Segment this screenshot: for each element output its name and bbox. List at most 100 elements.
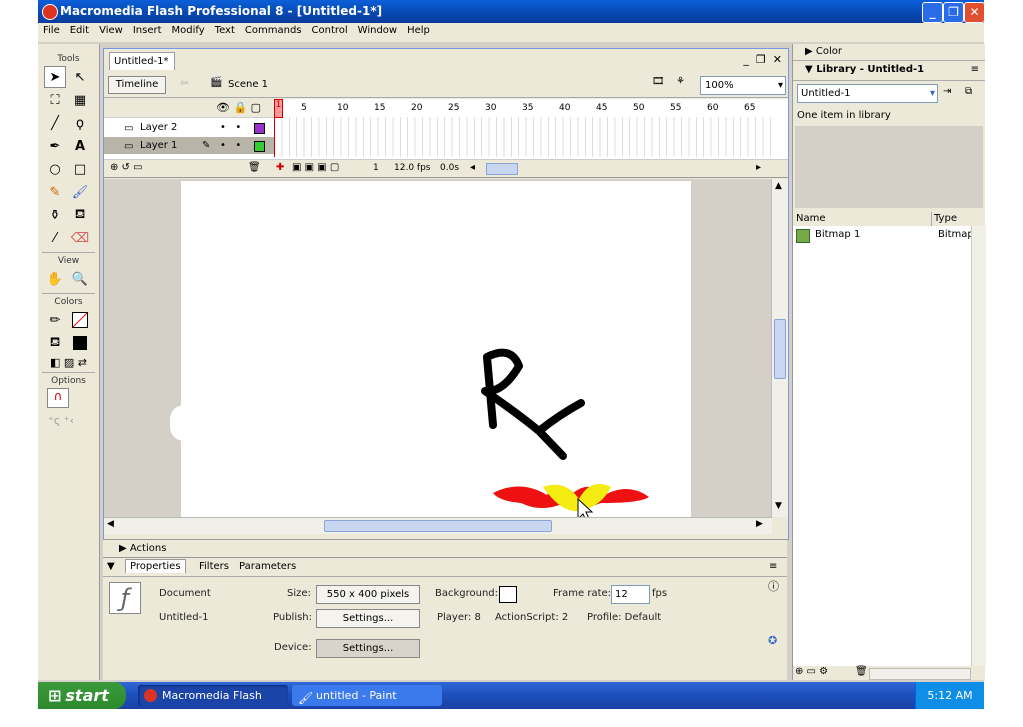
properties-tabs: ▼ Properties Filters Parameters ≡ — [103, 558, 787, 577]
hand-tool-icon[interactable]: ✋ — [44, 268, 66, 290]
stage-horizontal-scrollbar[interactable]: ◀ ▶ — [104, 517, 772, 534]
fill-transform-tool-icon[interactable]: ▦ — [69, 89, 91, 111]
library-panel-header[interactable]: ▼ Library - Untitled-1 ≡ — [793, 64, 985, 81]
timeline-scroll-right[interactable]: ▸ — [756, 162, 761, 173]
close-button[interactable]: ✕ — [964, 2, 985, 23]
snap-magnet-icon[interactable]: ∩ — [47, 388, 69, 408]
help-icon[interactable]: ⓘ — [768, 578, 779, 594]
menu-view[interactable]: View — [94, 23, 128, 38]
delete-layer-icon[interactable]: 🗑 — [248, 162, 261, 173]
rectangle-tool-icon[interactable]: □ — [69, 158, 91, 180]
color-panel-header[interactable]: ▶ Color — [793, 46, 985, 61]
document-size-button[interactable]: 550 x 400 pixels — [316, 585, 420, 604]
line-tool-icon[interactable]: ╱ — [44, 112, 66, 134]
eyedropper-tool-icon[interactable]: ⁄ — [44, 227, 66, 249]
black-brush-stroke — [481, 348, 585, 460]
subselection-tool-icon[interactable]: ↖ — [69, 66, 91, 88]
start-button[interactable]: ⊞ start — [38, 682, 126, 709]
stroke-color-icon[interactable]: ✏ — [44, 309, 66, 331]
delete-item-icon[interactable]: 🗑 — [855, 666, 868, 677]
menu-text[interactable]: Text — [210, 23, 240, 38]
menu-modify[interactable]: Modify — [167, 23, 210, 38]
center-frame-icon[interactable]: ✚ — [276, 162, 284, 173]
pin-library-icon[interactable]: ⇥ — [943, 86, 951, 97]
menu-commands[interactable]: Commands — [240, 23, 307, 38]
text-tool-icon[interactable]: A — [69, 135, 91, 157]
taskbar-paint[interactable]: 🖌 untitled - Paint — [292, 685, 442, 706]
profile-value: Profile: Default — [587, 612, 662, 623]
edit-symbols-icon[interactable]: ⚘ — [676, 76, 685, 87]
stage-canvas[interactable] — [181, 181, 691, 517]
layer-row-1[interactable]: ▭ Layer 1 ✎ • • — [104, 137, 274, 154]
actions-panel-header[interactable]: ▶ Actions — [103, 539, 787, 557]
layer-row-2[interactable]: ▭ Layer 2 • • — [104, 119, 274, 136]
column-name[interactable]: Name — [796, 213, 826, 224]
collapse-arrow-icon[interactable]: ▼ — [107, 561, 115, 572]
window-title: Macromedia Flash Professional 8 - [Untit… — [60, 4, 383, 18]
layer-name[interactable]: Layer 2 — [140, 119, 177, 136]
new-library-icon[interactable]: ⧉ — [965, 86, 972, 97]
fill-color-icon[interactable]: ⛾ — [44, 332, 66, 354]
menu-edit[interactable]: Edit — [65, 23, 94, 38]
tab-filters[interactable]: Filters — [199, 561, 229, 572]
layer-color-swatch — [254, 141, 265, 152]
stroke-color-swatch[interactable] — [69, 309, 91, 331]
minimize-button[interactable]: _ — [922, 2, 943, 23]
frame-rate-readout: 12.0 fps — [394, 163, 431, 173]
edit-scene-icon[interactable]: 🎞 — [652, 76, 665, 87]
paint-bucket-tool-icon[interactable]: ⛾ — [69, 204, 91, 226]
menu-control[interactable]: Control — [307, 23, 353, 38]
eye-icon[interactable]: 👁 🔒 ▢ — [216, 101, 261, 114]
onion-skin-icons[interactable]: ▣ ▣ ▣ ▢ — [292, 162, 339, 173]
ink-bottle-tool-icon[interactable]: ⚱ — [44, 204, 66, 226]
fill-color-swatch[interactable] — [69, 332, 91, 354]
windows-logo-icon: ⊞ — [48, 686, 62, 705]
framerate-input[interactable]: 12 — [611, 585, 650, 604]
stage-vertical-scrollbar[interactable]: ▲ ▼ — [771, 179, 788, 517]
back-arrow-icon[interactable]: ⇦ — [180, 78, 188, 89]
lasso-tool-icon[interactable]: ϙ — [69, 112, 91, 134]
column-type[interactable]: Type — [934, 213, 957, 224]
menu-window[interactable]: Window — [353, 23, 402, 38]
timeline-toggle-button[interactable]: Timeline — [108, 76, 166, 94]
background-color-swatch[interactable] — [499, 586, 517, 603]
document-tab[interactable]: Untitled-1* — [109, 52, 175, 70]
pen-tool-icon[interactable]: ✒ — [44, 135, 66, 157]
layer-icon: ▭ — [124, 141, 134, 152]
timeline: 👁 🔒 ▢ ▭ Layer 2 • • ▭ Layer 1 ✎ • • 1 5 … — [104, 99, 788, 178]
library-scrollbar[interactable] — [971, 226, 986, 666]
brush-tool-icon[interactable]: 🖌 — [69, 181, 91, 203]
color-swap-icons[interactable]: ◧ ▨ ⇄ — [38, 356, 99, 369]
pencil-tool-icon[interactable]: ✎ — [44, 181, 66, 203]
library-footer-icons[interactable]: ⊕ ▭ ⚙ — [795, 666, 828, 677]
timeline-scroll-left[interactable]: ◂ — [470, 162, 475, 173]
menu-insert[interactable]: Insert — [128, 23, 167, 38]
tab-properties[interactable]: Properties — [125, 559, 186, 573]
menu-help[interactable]: Help — [402, 23, 435, 38]
maximize-button[interactable]: ❐ — [943, 2, 964, 23]
device-settings-button[interactable]: Settings... — [316, 639, 420, 658]
library-item-count: One item in library — [797, 110, 891, 121]
oval-tool-icon[interactable]: ○ — [44, 158, 66, 180]
scene-label[interactable]: Scene 1 — [228, 79, 268, 90]
add-layer-icons[interactable]: ⊕ ↺ ▭ — [110, 162, 143, 173]
document-window-controls[interactable]: _ ❐ ✕ — [743, 53, 782, 66]
menu-file[interactable]: File — [38, 23, 65, 38]
library-item[interactable]: Bitmap 1 Bitmap — [793, 229, 974, 243]
publish-settings-button[interactable]: Settings... — [316, 609, 420, 628]
eraser-tool-icon[interactable]: ⌫ — [69, 227, 91, 249]
taskbar-flash[interactable]: Macromedia Flash Pro... — [138, 685, 288, 723]
layer-name[interactable]: Layer 1 — [140, 137, 177, 154]
selection-tool-icon[interactable]: ➤ — [44, 66, 66, 88]
zoom-tool-icon[interactable]: 🔍 — [69, 268, 91, 290]
smooth-straighten-icon[interactable]: ⁺ς ⁺‹ — [48, 414, 99, 427]
library-hscroll[interactable] — [869, 668, 971, 680]
library-document-select[interactable]: Untitled-1 ▾ — [797, 84, 938, 103]
panel-options-icon[interactable]: ≡ — [769, 561, 777, 572]
tab-parameters[interactable]: Parameters — [239, 561, 296, 572]
timeline-scroll-thumb[interactable] — [486, 163, 518, 175]
free-transform-tool-icon[interactable]: ⛶ — [44, 89, 66, 111]
frame-grid[interactable] — [274, 117, 772, 157]
zoom-select[interactable]: 100% ▾ — [700, 76, 786, 95]
accessibility-icon[interactable]: ✪ — [768, 634, 777, 647]
